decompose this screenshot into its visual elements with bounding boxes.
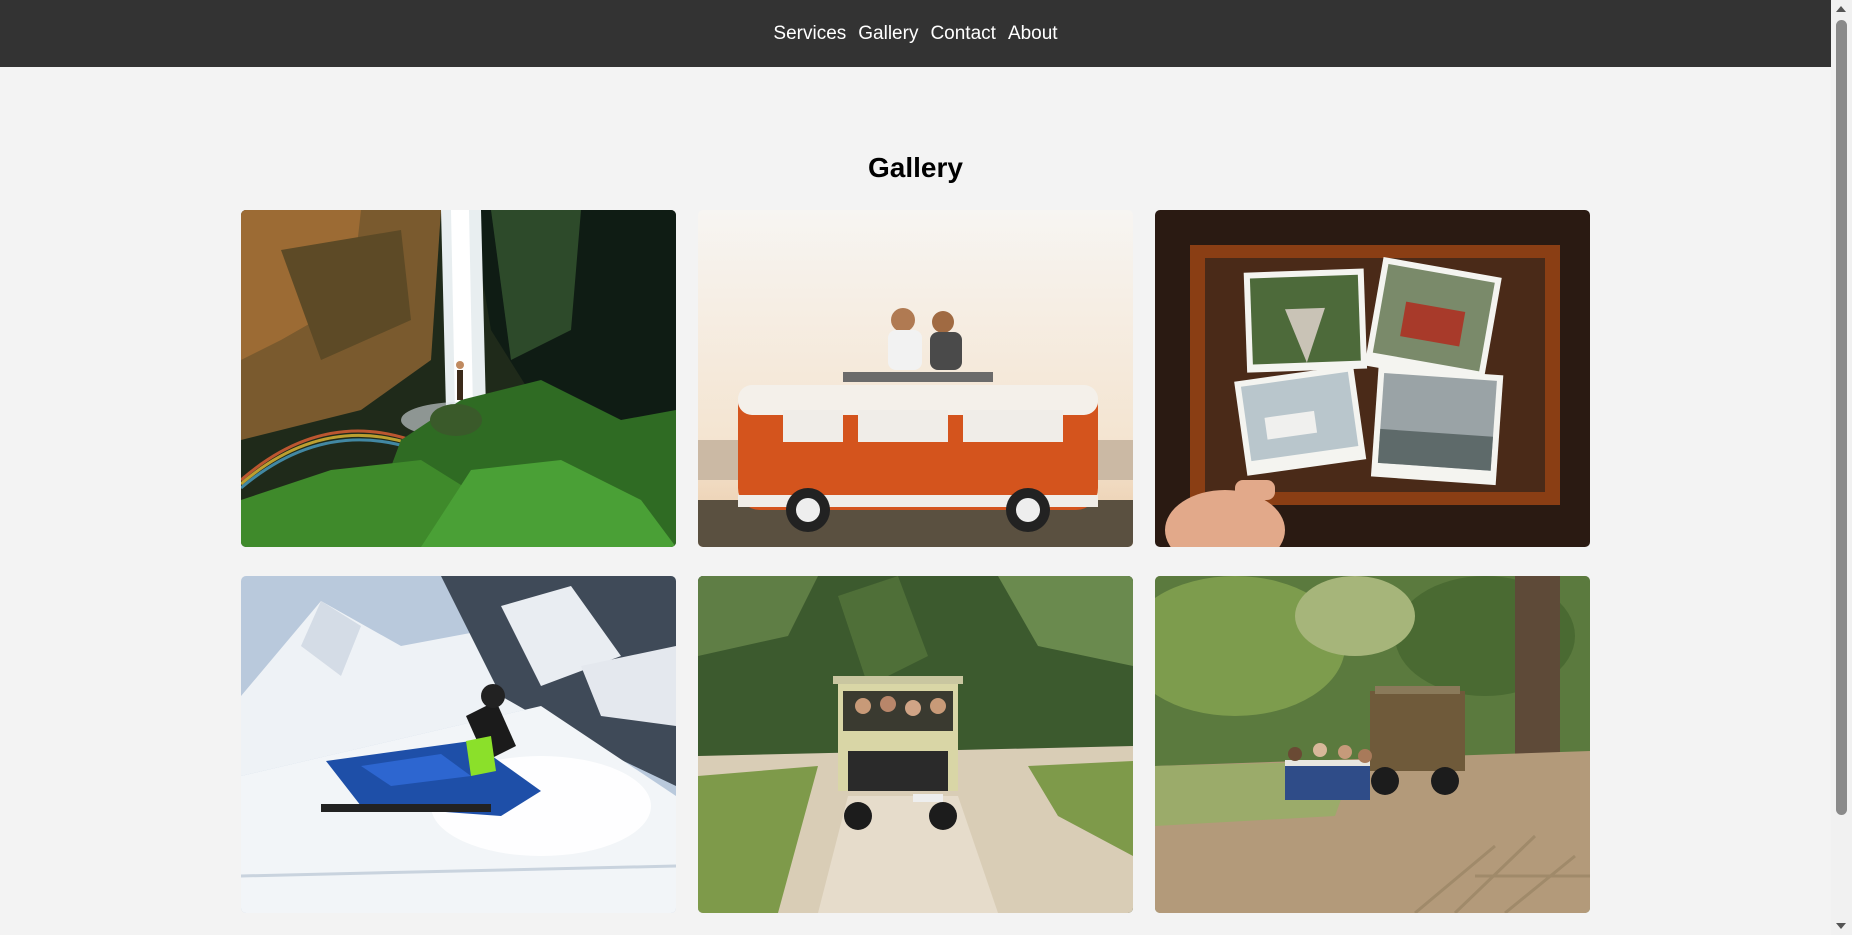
- waterfall-photo: [241, 210, 676, 547]
- nav-link-about[interactable]: About: [1008, 21, 1058, 47]
- gallery-image-orange-van[interactable]: [698, 210, 1133, 547]
- main-content: Gallery: [0, 67, 1831, 935]
- gallery-image-safari-jeep[interactable]: [698, 576, 1133, 913]
- scroll-up-arrow-icon[interactable]: [1836, 6, 1846, 12]
- scroll-down-arrow-icon[interactable]: [1836, 923, 1846, 929]
- vertical-scrollbar[interactable]: [1831, 0, 1852, 935]
- bush-dinner-photo: [1155, 576, 1590, 913]
- gallery-image-bush-dinner[interactable]: [1155, 576, 1590, 913]
- gallery-image-waterfall[interactable]: [241, 210, 676, 547]
- top-navigation-bar: Services Gallery Contact About: [0, 0, 1831, 67]
- snowmobile-photo: [241, 576, 676, 913]
- framed-photos-photo: [1155, 210, 1590, 547]
- nav-link-gallery[interactable]: Gallery: [858, 21, 918, 47]
- page-title: Gallery: [868, 152, 963, 183]
- gallery-image-snowmobile[interactable]: [241, 576, 676, 913]
- nav-link-services[interactable]: Services: [773, 21, 846, 47]
- scrollbar-thumb[interactable]: [1836, 20, 1847, 815]
- safari-jeep-photo: [698, 576, 1133, 913]
- orange-van-photo: [698, 210, 1133, 547]
- nav-link-contact[interactable]: Contact: [930, 21, 995, 47]
- gallery-image-framed-photos[interactable]: [1155, 210, 1590, 547]
- gallery-grid: [241, 210, 1591, 913]
